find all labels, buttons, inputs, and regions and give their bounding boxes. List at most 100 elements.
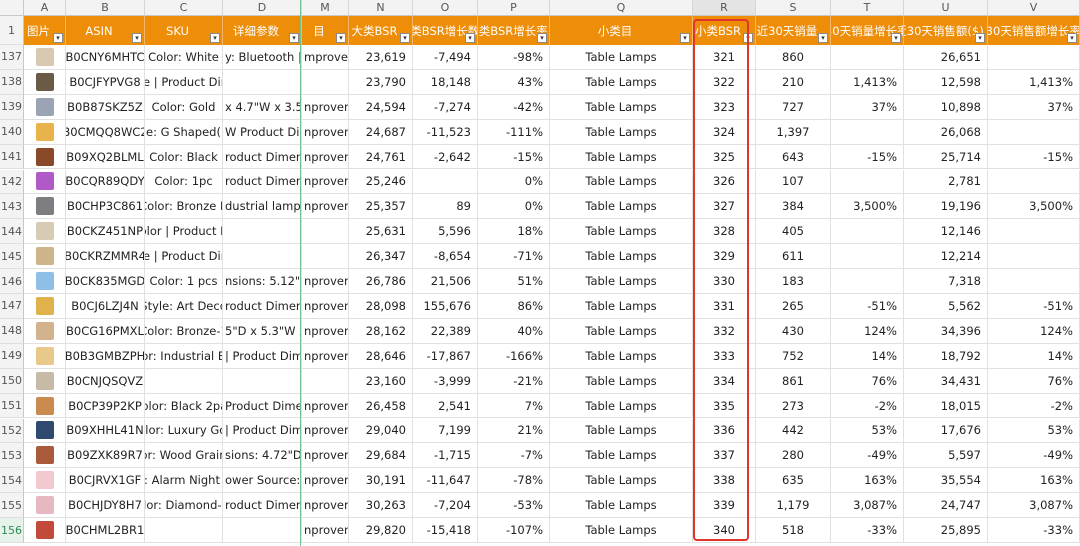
product-thumbnail[interactable] bbox=[35, 421, 54, 440]
cell-t[interactable]: 3,087% bbox=[831, 493, 904, 519]
cell-p[interactable]: 21% bbox=[478, 418, 550, 444]
product-thumbnail[interactable] bbox=[35, 97, 54, 116]
filter-dropdown-icon[interactable]: ▾ bbox=[289, 33, 299, 43]
filter-dropdown-icon[interactable]: ▾ bbox=[891, 33, 901, 43]
cell-s[interactable]: 752 bbox=[756, 343, 831, 369]
cell-u[interactable]: 35,554 bbox=[904, 468, 988, 494]
product-image-cell[interactable] bbox=[24, 343, 66, 369]
filter-dropdown-icon[interactable]: ▾ bbox=[210, 33, 220, 43]
cell-n[interactable]: 30,191 bbox=[349, 468, 413, 494]
cell-p[interactable]: -98% bbox=[478, 45, 550, 70]
cell-u[interactable]: 5,597 bbox=[904, 443, 988, 469]
cell-v[interactable]: -33% bbox=[988, 518, 1080, 543]
cell-m[interactable]: nproveme bbox=[302, 443, 349, 469]
cell-n[interactable]: 26,458 bbox=[349, 393, 413, 419]
cell-asin[interactable]: B0CG16PMXL bbox=[66, 318, 145, 344]
cell-v[interactable] bbox=[988, 244, 1080, 270]
cell-asin[interactable]: B0CHJDY8H7 bbox=[66, 493, 145, 519]
cell-asin[interactable]: B0CP39P2KP bbox=[66, 393, 145, 419]
cell-n[interactable]: 25,631 bbox=[349, 219, 413, 245]
cell-param[interactable]: dustrial lamp rob bbox=[223, 194, 302, 220]
cell-o[interactable]: -11,647 bbox=[413, 468, 478, 494]
cell-m[interactable]: nproveme bbox=[302, 493, 349, 519]
cell-u[interactable]: 26,068 bbox=[904, 119, 988, 145]
cell-v[interactable]: -51% bbox=[988, 294, 1080, 319]
product-thumbnail[interactable] bbox=[35, 396, 54, 415]
cell-o[interactable]: -7,204 bbox=[413, 493, 478, 519]
cell-asin[interactable]: B0CJFYPVG8 bbox=[66, 69, 145, 95]
product-thumbnail[interactable] bbox=[35, 122, 54, 141]
product-thumbnail[interactable] bbox=[35, 496, 54, 515]
cell-asin[interactable]: B0B3GMBZPH bbox=[66, 343, 145, 369]
cell-param[interactable] bbox=[223, 69, 302, 95]
cell-asin[interactable]: B0CNY6MHTC bbox=[66, 45, 145, 70]
cell-s[interactable]: 860 bbox=[756, 45, 831, 70]
cell-p[interactable]: 86% bbox=[478, 294, 550, 319]
cell-o[interactable]: -15,418 bbox=[413, 518, 478, 543]
cell-q[interactable]: Table Lamps bbox=[550, 194, 693, 220]
cell-sku[interactable]: olor: White | Product Dimensions: bbox=[145, 244, 223, 270]
product-thumbnail[interactable] bbox=[35, 47, 54, 66]
cell-p[interactable]: -111% bbox=[478, 119, 550, 145]
cell-q[interactable]: Table Lamps bbox=[550, 119, 693, 145]
cell-sku[interactable]: Color: Black 2pac bbox=[145, 393, 223, 419]
column-letter-b[interactable]: B bbox=[66, 0, 145, 16]
cell-m[interactable] bbox=[302, 244, 349, 270]
column-letter-n[interactable]: N bbox=[349, 0, 413, 16]
cell-u[interactable]: 25,895 bbox=[904, 518, 988, 543]
cell-v[interactable]: 37% bbox=[988, 94, 1080, 120]
cell-m[interactable]: nproveme bbox=[302, 194, 349, 220]
cell-sku[interactable] bbox=[145, 368, 223, 394]
product-image-cell[interactable] bbox=[24, 269, 66, 294]
cell-param[interactable]: | Product Dimens bbox=[223, 343, 302, 369]
row-number[interactable]: 137 bbox=[0, 45, 24, 70]
cell-v[interactable]: 14% bbox=[988, 343, 1080, 369]
cell-m[interactable]: nproveme bbox=[302, 169, 349, 195]
cell-u[interactable]: 24,747 bbox=[904, 493, 988, 519]
cell-q[interactable]: Table Lamps bbox=[550, 343, 693, 369]
product-thumbnail[interactable] bbox=[35, 222, 54, 241]
product-thumbnail[interactable] bbox=[35, 446, 54, 465]
product-thumbnail[interactable] bbox=[35, 72, 54, 91]
cell-sku[interactable]: Style: Art Deco bbox=[145, 294, 223, 319]
cell-u[interactable]: 2,781 bbox=[904, 169, 988, 195]
cell-t[interactable] bbox=[831, 45, 904, 70]
cell-s[interactable]: 861 bbox=[756, 368, 831, 394]
select-all-corner[interactable] bbox=[0, 0, 24, 16]
cell-t[interactable]: 76% bbox=[831, 368, 904, 394]
cell-s[interactable]: 1,179 bbox=[756, 493, 831, 519]
product-image-cell[interactable] bbox=[24, 294, 66, 319]
row-number[interactable]: 156 bbox=[0, 518, 24, 543]
cell-asin[interactable]: B0CK835MGD bbox=[66, 269, 145, 294]
cell-asin[interactable]: B09XHHL41N bbox=[66, 418, 145, 444]
cell-o[interactable]: -8,654 bbox=[413, 244, 478, 270]
cell-v[interactable] bbox=[988, 219, 1080, 245]
row-number[interactable]: 145 bbox=[0, 244, 24, 270]
column-letter-r[interactable]: R bbox=[693, 0, 756, 16]
row-number[interactable]: 153 bbox=[0, 443, 24, 469]
cell-v[interactable] bbox=[988, 169, 1080, 195]
column-letter-o[interactable]: O bbox=[413, 0, 478, 16]
cell-v[interactable]: 163% bbox=[988, 468, 1080, 494]
cell-asin[interactable]: B0CKZ451NP bbox=[66, 219, 145, 245]
cell-m[interactable]: nproveme bbox=[302, 94, 349, 120]
cell-sku[interactable] bbox=[145, 518, 223, 543]
product-image-cell[interactable] bbox=[24, 393, 66, 419]
cell-s[interactable]: 611 bbox=[756, 244, 831, 270]
cell-s[interactable]: 1,397 bbox=[756, 119, 831, 145]
cell-sku[interactable]: olor: Diamond-G bbox=[145, 493, 223, 519]
cell-t[interactable]: 1,413% bbox=[831, 69, 904, 95]
filter-dropdown-icon[interactable]: ▾ bbox=[680, 33, 690, 43]
row-number[interactable]: 151 bbox=[0, 393, 24, 419]
cell-n[interactable]: 29,820 bbox=[349, 518, 413, 543]
cell-u[interactable]: 19,196 bbox=[904, 194, 988, 220]
product-image-cell[interactable] bbox=[24, 493, 66, 519]
cell-param[interactable] bbox=[223, 518, 302, 543]
cell-sku[interactable]: Color: White bbox=[145, 45, 223, 70]
cell-param[interactable]: roduct Dimension bbox=[223, 169, 302, 195]
cell-param[interactable]: W Product Dimensio bbox=[223, 119, 302, 145]
cell-p[interactable]: -15% bbox=[478, 144, 550, 170]
cell-n[interactable]: 30,263 bbox=[349, 493, 413, 519]
cell-v[interactable]: 3,500% bbox=[988, 194, 1080, 220]
cell-asin[interactable]: B0CNJQSQVZ bbox=[66, 368, 145, 394]
